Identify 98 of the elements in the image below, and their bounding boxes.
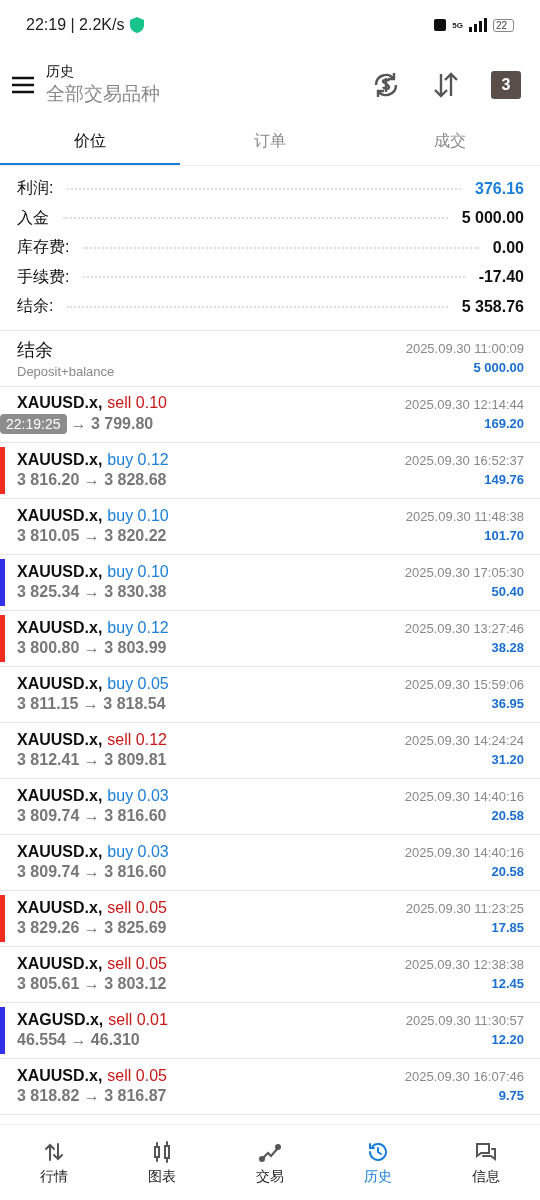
balance-comment: Deposit+balance xyxy=(17,363,116,379)
nav-item[interactable]: 交易 xyxy=(216,1125,324,1200)
trade-symbol: XAUUSD.x, xyxy=(17,731,103,749)
trade-profit: 20.58 xyxy=(491,808,524,823)
trade-action: sell 0.12 xyxy=(107,731,167,749)
summary-label: 库存费: xyxy=(17,237,70,258)
trade-time: 2025.09.30 14:24:24 xyxy=(404,733,524,748)
nav-item[interactable]: 信息 xyxy=(432,1125,540,1200)
trade-time: 2025.09.30 16:52:37 xyxy=(404,453,524,468)
trade-symbol: XAUUSD.x, xyxy=(17,563,103,581)
entry-time: 2025.09.30 11:00:09 xyxy=(405,341,524,356)
trade-action: buy 0.12 xyxy=(107,451,169,469)
summary-label: 入金 xyxy=(17,207,49,228)
signal-icon xyxy=(468,18,487,32)
trade-profit: 9.75 xyxy=(498,1088,524,1103)
trade-prices: 3 800.80 → 3 803.99 xyxy=(17,639,167,657)
calendar-button[interactable]: 3 xyxy=(491,71,521,99)
trade-action: sell 0.05 xyxy=(107,1067,167,1085)
shield-icon xyxy=(130,17,145,33)
clock-overlay: 22:19:25 xyxy=(0,414,67,434)
trade-prices: 3 829.26 → 3 825.69 xyxy=(17,919,167,937)
nav-item[interactable]: 图表 xyxy=(108,1125,216,1200)
trade-time: 2025.09.30 11:48:38 xyxy=(405,509,524,524)
trade-prices: 3 809.74 → 3 816.60 xyxy=(17,807,167,825)
entry-amount: 5 000.00 xyxy=(473,360,524,375)
trade-profit: 169.20 xyxy=(484,416,524,431)
summary-label: 利润: xyxy=(17,178,54,199)
summary-value: 5 000.00 xyxy=(461,209,524,228)
trade-symbol: XAUUSD.x, xyxy=(17,451,103,469)
trade-prices: 3 812.41 → 3 809.81 xyxy=(17,751,167,769)
tab[interactable]: 订单 xyxy=(180,120,360,165)
trade-symbol: XAUUSD.x, xyxy=(17,619,103,637)
trade-symbol: XAUUSD.x, xyxy=(17,394,103,412)
trade-action: buy 0.03 xyxy=(107,787,169,805)
trade-symbol: XAUUSD.x, xyxy=(17,899,103,917)
trade-symbol: XAUUSD.x, xyxy=(17,675,103,693)
status-time: 22:19 | 2.2K/s xyxy=(26,16,125,34)
trade-prices: 3 805.61 → 3 803.12 xyxy=(17,975,167,993)
summary-value: 0.00 xyxy=(492,238,524,257)
summary-label: 结余: xyxy=(17,296,54,317)
trade-prices: 3 825.34 → 3 830.38 xyxy=(17,583,167,601)
trade-prices: → 3 799.80 xyxy=(70,415,154,433)
hd-icon xyxy=(434,19,447,31)
trade-profit: 101.70 xyxy=(484,528,524,543)
page-title: 历史 xyxy=(46,63,75,81)
trade-prices: 46.554 → 46.310 xyxy=(17,1031,140,1049)
summary-value: 376.16 xyxy=(475,179,524,198)
trade-action: buy 0.12 xyxy=(107,619,169,637)
trade-action: buy 0.03 xyxy=(107,843,169,861)
trade-time: 2025.09.30 17:05:30 xyxy=(404,565,524,580)
menu-icon[interactable] xyxy=(12,76,34,94)
trade-time: 2025.09.30 15:59:06 xyxy=(404,677,524,692)
trade-profit: 36.95 xyxy=(491,696,524,711)
trade-symbol: XAUUSD.x, xyxy=(17,843,103,861)
trade-symbol: XAGUSD.x, xyxy=(17,1011,104,1029)
trade-time: 2025.09.30 14:40:16 xyxy=(404,789,524,804)
trade-profit: 12.20 xyxy=(491,1032,524,1047)
trade-symbol: XAUUSD.x, xyxy=(17,787,103,805)
network-label: 5G xyxy=(452,20,463,30)
trade-symbol: XAUUSD.x, xyxy=(17,1067,103,1085)
symbol-filter[interactable]: 全部交易品种 xyxy=(46,81,348,107)
tab[interactable]: 价位 xyxy=(0,120,180,165)
trade-prices: 3 811.15 → 3 818.54 xyxy=(17,695,166,713)
trade-profit: 31.20 xyxy=(491,752,524,767)
trade-time: 2025.09.30 11:30:57 xyxy=(405,1013,524,1028)
trade-prices: 3 816.20 → 3 828.68 xyxy=(17,471,167,489)
trade-time: 2025.09.30 16:07:46 xyxy=(404,1069,524,1084)
trade-profit: 38.28 xyxy=(491,640,524,655)
trade-profit: 20.58 xyxy=(491,864,524,879)
trade-time: 2025.09.30 14:40:16 xyxy=(404,845,524,860)
trade-symbol: XAUUSD.x, xyxy=(17,507,103,525)
trade-profit: 149.76 xyxy=(484,472,524,487)
trade-time: 2025.09.30 13:27:46 xyxy=(404,621,524,636)
summary-value: -17.40 xyxy=(478,268,524,287)
nav-item[interactable]: 行情 xyxy=(0,1125,108,1200)
trade-action: sell 0.10 xyxy=(107,394,167,412)
battery-indicator: 22 xyxy=(492,18,514,32)
trade-time: 2025.09.30 12:14:44 xyxy=(404,397,524,412)
trade-action: sell 0.05 xyxy=(107,899,167,917)
trade-profit: 12.45 xyxy=(491,976,524,991)
trade-prices: 3 818.82 → 3 816.87 xyxy=(17,1087,167,1105)
trade-action: sell 0.05 xyxy=(107,955,167,973)
trade-action: sell 0.01 xyxy=(108,1011,168,1029)
nav-item[interactable]: 历史 xyxy=(324,1125,432,1200)
trade-action: buy 0.10 xyxy=(107,507,169,525)
trade-time: 2025.09.30 11:23:25 xyxy=(405,901,524,916)
balance-title: 结余 xyxy=(17,338,54,362)
summary-label: 手续费: xyxy=(17,266,70,287)
trade-profit: 17.85 xyxy=(491,920,524,935)
trade-prices: 3 810.05 → 3 820.22 xyxy=(17,527,167,545)
tab[interactable]: 成交 xyxy=(360,120,540,165)
trade-profit: 50.40 xyxy=(491,584,524,599)
trade-action: buy 0.10 xyxy=(107,563,169,581)
trade-time: 2025.09.30 12:38:38 xyxy=(404,957,524,972)
trade-prices: 3 809.74 → 3 816.60 xyxy=(17,863,167,881)
summary-value: 5 358.76 xyxy=(461,297,524,316)
trade-action: buy 0.05 xyxy=(107,675,169,693)
trade-symbol: XAUUSD.x, xyxy=(17,955,103,973)
